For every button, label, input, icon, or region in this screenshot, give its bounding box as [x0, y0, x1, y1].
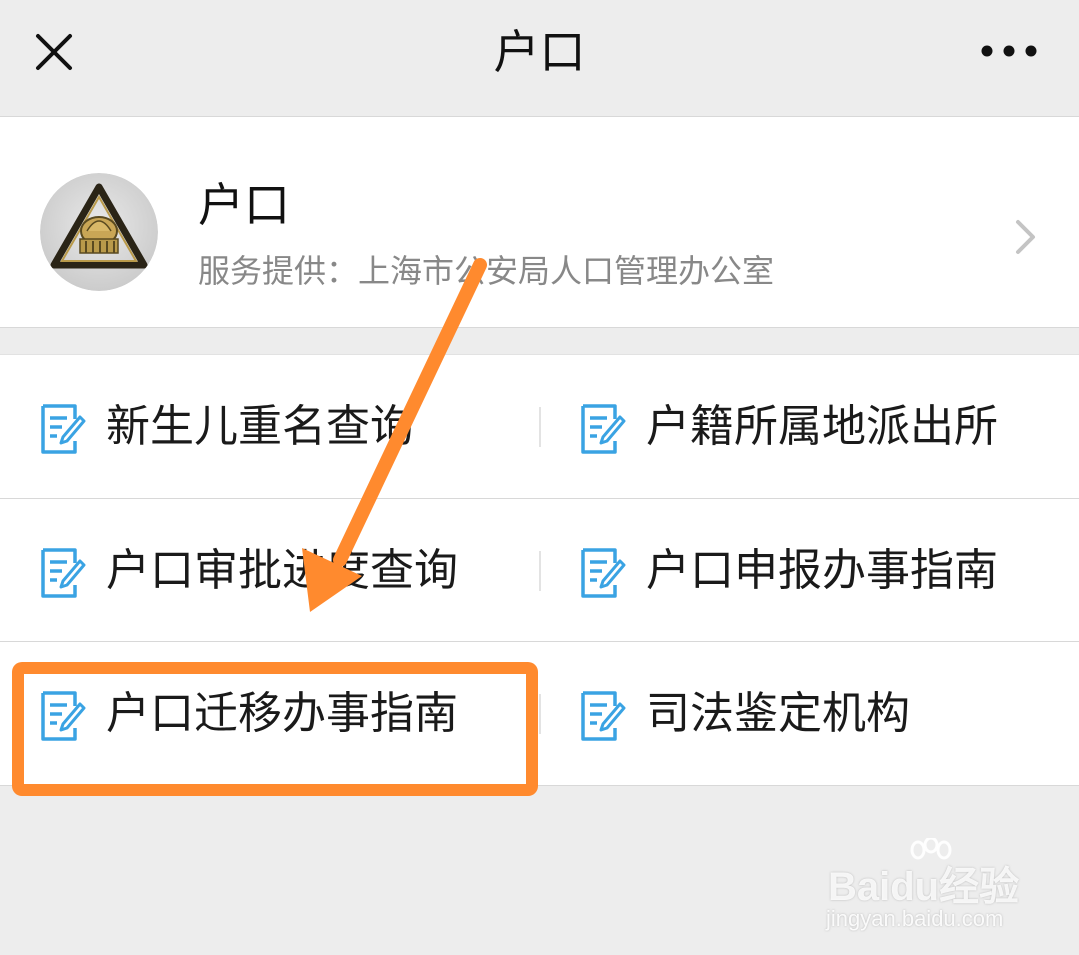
watermark-url: jingyan.baidu.com	[826, 906, 1004, 931]
document-edit-icon	[580, 547, 626, 599]
document-edit-icon	[40, 690, 86, 742]
service-menu: 新生儿重名查询 户籍所属地派出所 户口审批进度查询 户口申报办事指南 户口迁移办…	[0, 354, 1079, 786]
page-title: 户口	[493, 25, 586, 79]
menu-item-label: 户籍所属地派出所	[646, 401, 998, 452]
chevron-right-icon	[1013, 217, 1039, 257]
menu-item-label: 户口迁移办事指南	[106, 688, 458, 739]
document-edit-icon	[40, 403, 86, 455]
document-edit-icon	[40, 547, 86, 599]
baidu-jingyan-watermark: Baidu经验 jingyan.baidu.com	[820, 838, 1040, 938]
menu-row: 户口审批进度查询 户口申报办事指南	[0, 498, 1079, 641]
menu-row: 新生儿重名查询 户籍所属地派出所	[0, 355, 1079, 497]
service-provider: 服务提供：上海市公安局人口管理办公室	[198, 252, 775, 290]
document-edit-icon	[580, 690, 626, 742]
menu-item-label: 户口申报办事指南	[646, 545, 998, 596]
watermark-brand: Baidu经验	[828, 865, 1020, 909]
menu-item-registration-guide[interactable]: 户口申报办事指南	[540, 499, 1079, 641]
menu-item-label: 司法鉴定机构	[646, 688, 910, 739]
menu-item-label: 户口审批进度查询	[106, 545, 458, 596]
more-dots-icon[interactable]	[979, 36, 1039, 66]
menu-item-newborn-name-query[interactable]: 新生儿重名查询	[0, 355, 539, 497]
document-edit-icon	[580, 403, 626, 455]
police-emblem-avatar	[40, 173, 158, 291]
service-name: 户口	[198, 178, 290, 232]
menu-item-police-station[interactable]: 户籍所属地派出所	[540, 355, 1079, 497]
menu-row: 户口迁移办事指南 司法鉴定机构	[0, 641, 1079, 784]
menu-item-migration-guide[interactable]: 户口迁移办事指南	[0, 642, 539, 784]
menu-item-label: 新生儿重名查询	[106, 401, 414, 452]
paw-logo-icon	[910, 838, 952, 860]
close-icon[interactable]	[30, 28, 78, 76]
service-header-card[interactable]: 户口 服务提供：上海市公安局人口管理办公室	[0, 117, 1079, 328]
top-navbar: 户口	[0, 0, 1079, 117]
menu-item-approval-progress[interactable]: 户口审批进度查询	[0, 499, 539, 641]
menu-item-forensic-institution[interactable]: 司法鉴定机构	[540, 642, 1079, 784]
